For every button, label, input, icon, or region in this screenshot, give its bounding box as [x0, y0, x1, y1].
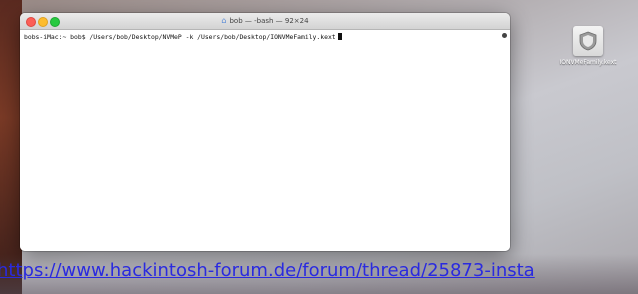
terminal-titlebar[interactable]: ⌂ bob — -bash — 92×24	[20, 13, 510, 30]
window-title-text: bob — -bash — 92×24	[229, 17, 309, 25]
terminal-window[interactable]: ⌂ bob — -bash — 92×24 bobs-iMac:~ bob$ /U…	[20, 13, 510, 251]
forum-url-link[interactable]: https://www.hackintosh-forum.de/forum/th…	[0, 259, 535, 283]
desktop-wallpaper-left	[0, 0, 22, 294]
house-icon: ⌂	[221, 16, 227, 25]
desktop-file-ionvmefamily[interactable]: IONVMeFamily.kext	[552, 26, 624, 66]
url-caption: https://www.hackintosh-forum.de/forum/th…	[0, 259, 638, 283]
window-title: ⌂ bob — -bash — 92×24	[20, 13, 510, 29]
terminal-command-text: bobs-iMac:~ bob$ /Users/bob/Desktop/NVMe…	[24, 33, 336, 41]
file-label: IONVMeFamily.kext	[559, 59, 617, 66]
terminal-content[interactable]: bobs-iMac:~ bob$ /Users/bob/Desktop/NVMe…	[20, 30, 510, 251]
terminal-prompt-line: bobs-iMac:~ bob$ /Users/bob/Desktop/NVMe…	[24, 33, 342, 41]
text-cursor	[337, 33, 342, 40]
scroll-indicator[interactable]	[502, 33, 507, 38]
kext-bundle-icon[interactable]	[573, 26, 603, 56]
